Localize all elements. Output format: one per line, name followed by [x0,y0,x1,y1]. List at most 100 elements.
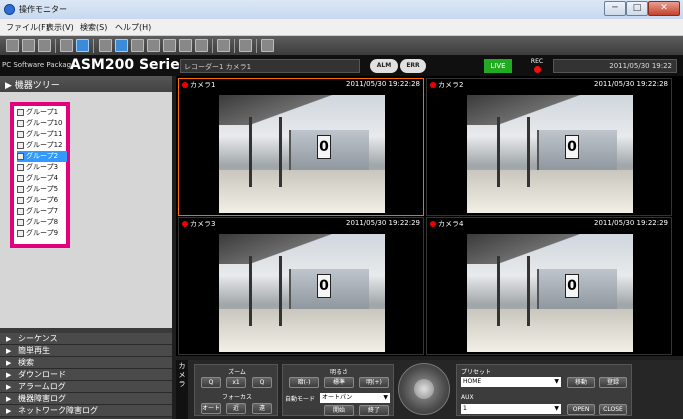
split-16-icon[interactable] [195,39,208,52]
camera-timestamp: 2011/05/30 19:22:29 [593,219,668,227]
group-item[interactable]: グループ1 [17,107,67,118]
brightness-automode-group: 明るさ 暗(-) 標準 明(+) 自動モード オートパン ▼ 開始 終了 [282,364,394,416]
menu-file[interactable]: ファイル(F) [6,22,49,33]
aux-open-button[interactable]: OPEN [567,404,595,415]
nav-sequence[interactable]: ▶ シーケンス [0,333,172,345]
sidebar: ▶ 機器ツリー グループ1 グループ10 グループ11 グループ12 グループ2… [0,76,172,419]
split-13-icon[interactable] [179,39,192,52]
camera-image: 0 [219,95,385,213]
record-icon[interactable] [239,39,252,52]
nav-label: シーケンス [18,334,58,343]
preset-move-button[interactable]: 移動 [567,377,595,388]
group-icon [17,207,24,215]
aux-select[interactable]: 1 ▼ [461,404,561,414]
nav-label: アラームログ [18,382,66,391]
menu-view[interactable]: 表示(V) [46,22,74,33]
preset-select[interactable]: HOME ▼ [461,377,561,387]
camera-label: カメラ2 [430,80,463,90]
camera-view-3[interactable]: カメラ3 2011/05/30 19:22:29 0 [178,217,424,355]
camera-view-2[interactable]: カメラ2 2011/05/30 19:22:28 0 [426,78,672,216]
expand-arrow-icon: ▶ [6,359,12,367]
preset-register-button[interactable]: 登録 [599,377,627,388]
camera-name: カメラ4 [438,220,464,228]
auto-mode-start-button[interactable]: 開始 [324,405,354,416]
ptz-joystick[interactable] [398,363,450,415]
group-item[interactable]: グループ8 [17,217,67,228]
camera-view-1[interactable]: カメラ1 2011/05/30 19:22:28 0 [178,78,424,216]
rec-dot-icon [182,82,188,88]
group-item[interactable]: グループ3 [17,162,67,173]
close-button[interactable]: ✕ [648,1,680,16]
camera-name: カメラ1 [190,81,216,89]
brightness-dark-button[interactable]: 暗(-) [289,377,319,388]
tree-icon[interactable] [60,39,73,52]
aux-close-button[interactable]: CLOSE [599,404,627,415]
maximize-button[interactable]: □ [626,1,648,16]
menu-help[interactable]: ヘルプ(H) [115,22,151,33]
group-label: グループ2 [26,152,59,160]
group-label: グループ7 [26,207,59,215]
zoom-x1-button[interactable]: x1 [226,377,246,388]
status-bar: PC Software Package ASM200 Series レコーダー1… [0,56,683,76]
nav-device-fault-log[interactable]: ▶ 機器障害ログ [0,393,172,405]
chevron-down-icon: ▼ [554,405,559,412]
platform-sign: 0 [317,135,331,159]
camera-name: カメラ3 [190,220,216,228]
split-6-icon[interactable] [131,39,144,52]
rec-label: REC [530,58,544,65]
brand-title: ASM200 Series [70,57,189,73]
split-4-layout-icon[interactable] [115,39,128,52]
menu-search[interactable]: 検索(S) [80,22,107,33]
nav-label: ネットワーク障害ログ [18,406,98,415]
preset-aux-group: プリセット HOME ▼ 移動 登録 AUX 1 ▼ OPEN CLOSE [456,364,632,416]
nav-label: 簡単再生 [18,346,50,355]
snapshot-icon[interactable] [261,39,274,52]
fullscreen-icon[interactable] [217,39,230,52]
group-item-selected[interactable]: グループ2 [17,151,67,162]
group-item[interactable]: グループ11 [17,129,67,140]
focus-near-button[interactable]: 近 [226,403,246,414]
nav-alarm-log[interactable]: ▶ アラームログ [0,381,172,393]
capture-icon[interactable] [38,39,51,52]
zoom-in-button[interactable]: Q [252,377,272,388]
joystick-knob[interactable] [414,379,434,399]
nav-quick-playback[interactable]: ▶ 簡単再生 [0,345,172,357]
split-4-icon[interactable] [76,39,89,52]
group-item[interactable]: グループ9 [17,228,67,239]
error-button[interactable]: ERR [400,59,426,73]
print-icon[interactable] [22,39,35,52]
rec-dot-icon [430,221,436,227]
auto-mode-select[interactable]: オートパン ▼ [320,393,390,403]
group-item[interactable]: グループ5 [17,184,67,195]
brightness-bright-button[interactable]: 明(+) [359,377,389,388]
nav-label: 検索 [18,358,34,367]
group-item[interactable]: グループ7 [17,206,67,217]
minimize-button[interactable]: ─ [604,1,626,16]
nav-download[interactable]: ▶ ダウンロード [0,369,172,381]
focus-auto-button[interactable]: オート [201,403,221,414]
camera-tab[interactable]: カメラ [176,360,188,419]
focus-far-button[interactable]: 遠 [252,403,272,414]
split-9-icon[interactable] [147,39,160,52]
device-tree-header[interactable]: ▶ 機器ツリー [0,76,172,92]
split-1-icon[interactable] [99,39,112,52]
group-icon [17,130,24,138]
nav-network-fault-log[interactable]: ▶ ネットワーク障害ログ [0,405,172,417]
group-item[interactable]: グループ4 [17,173,67,184]
brightness-standard-button[interactable]: 標準 [324,377,354,388]
alarm-button[interactable]: ALM [370,59,398,73]
group-label: グループ5 [26,185,59,193]
group-item[interactable]: グループ10 [17,118,67,129]
group-label: グループ11 [26,130,63,138]
camera-view-4[interactable]: カメラ4 2011/05/30 19:22:29 0 [426,217,672,355]
group-icon [17,108,24,116]
split-10-icon[interactable] [163,39,176,52]
layout-1-icon[interactable] [6,39,19,52]
auto-mode-stop-button[interactable]: 終了 [359,405,389,416]
group-icon [17,141,24,149]
platform-sign: 0 [565,274,579,298]
zoom-out-button[interactable]: Q [201,377,221,388]
group-item[interactable]: グループ12 [17,140,67,151]
group-item[interactable]: グループ6 [17,195,67,206]
nav-search[interactable]: ▶ 検索 [0,357,172,369]
